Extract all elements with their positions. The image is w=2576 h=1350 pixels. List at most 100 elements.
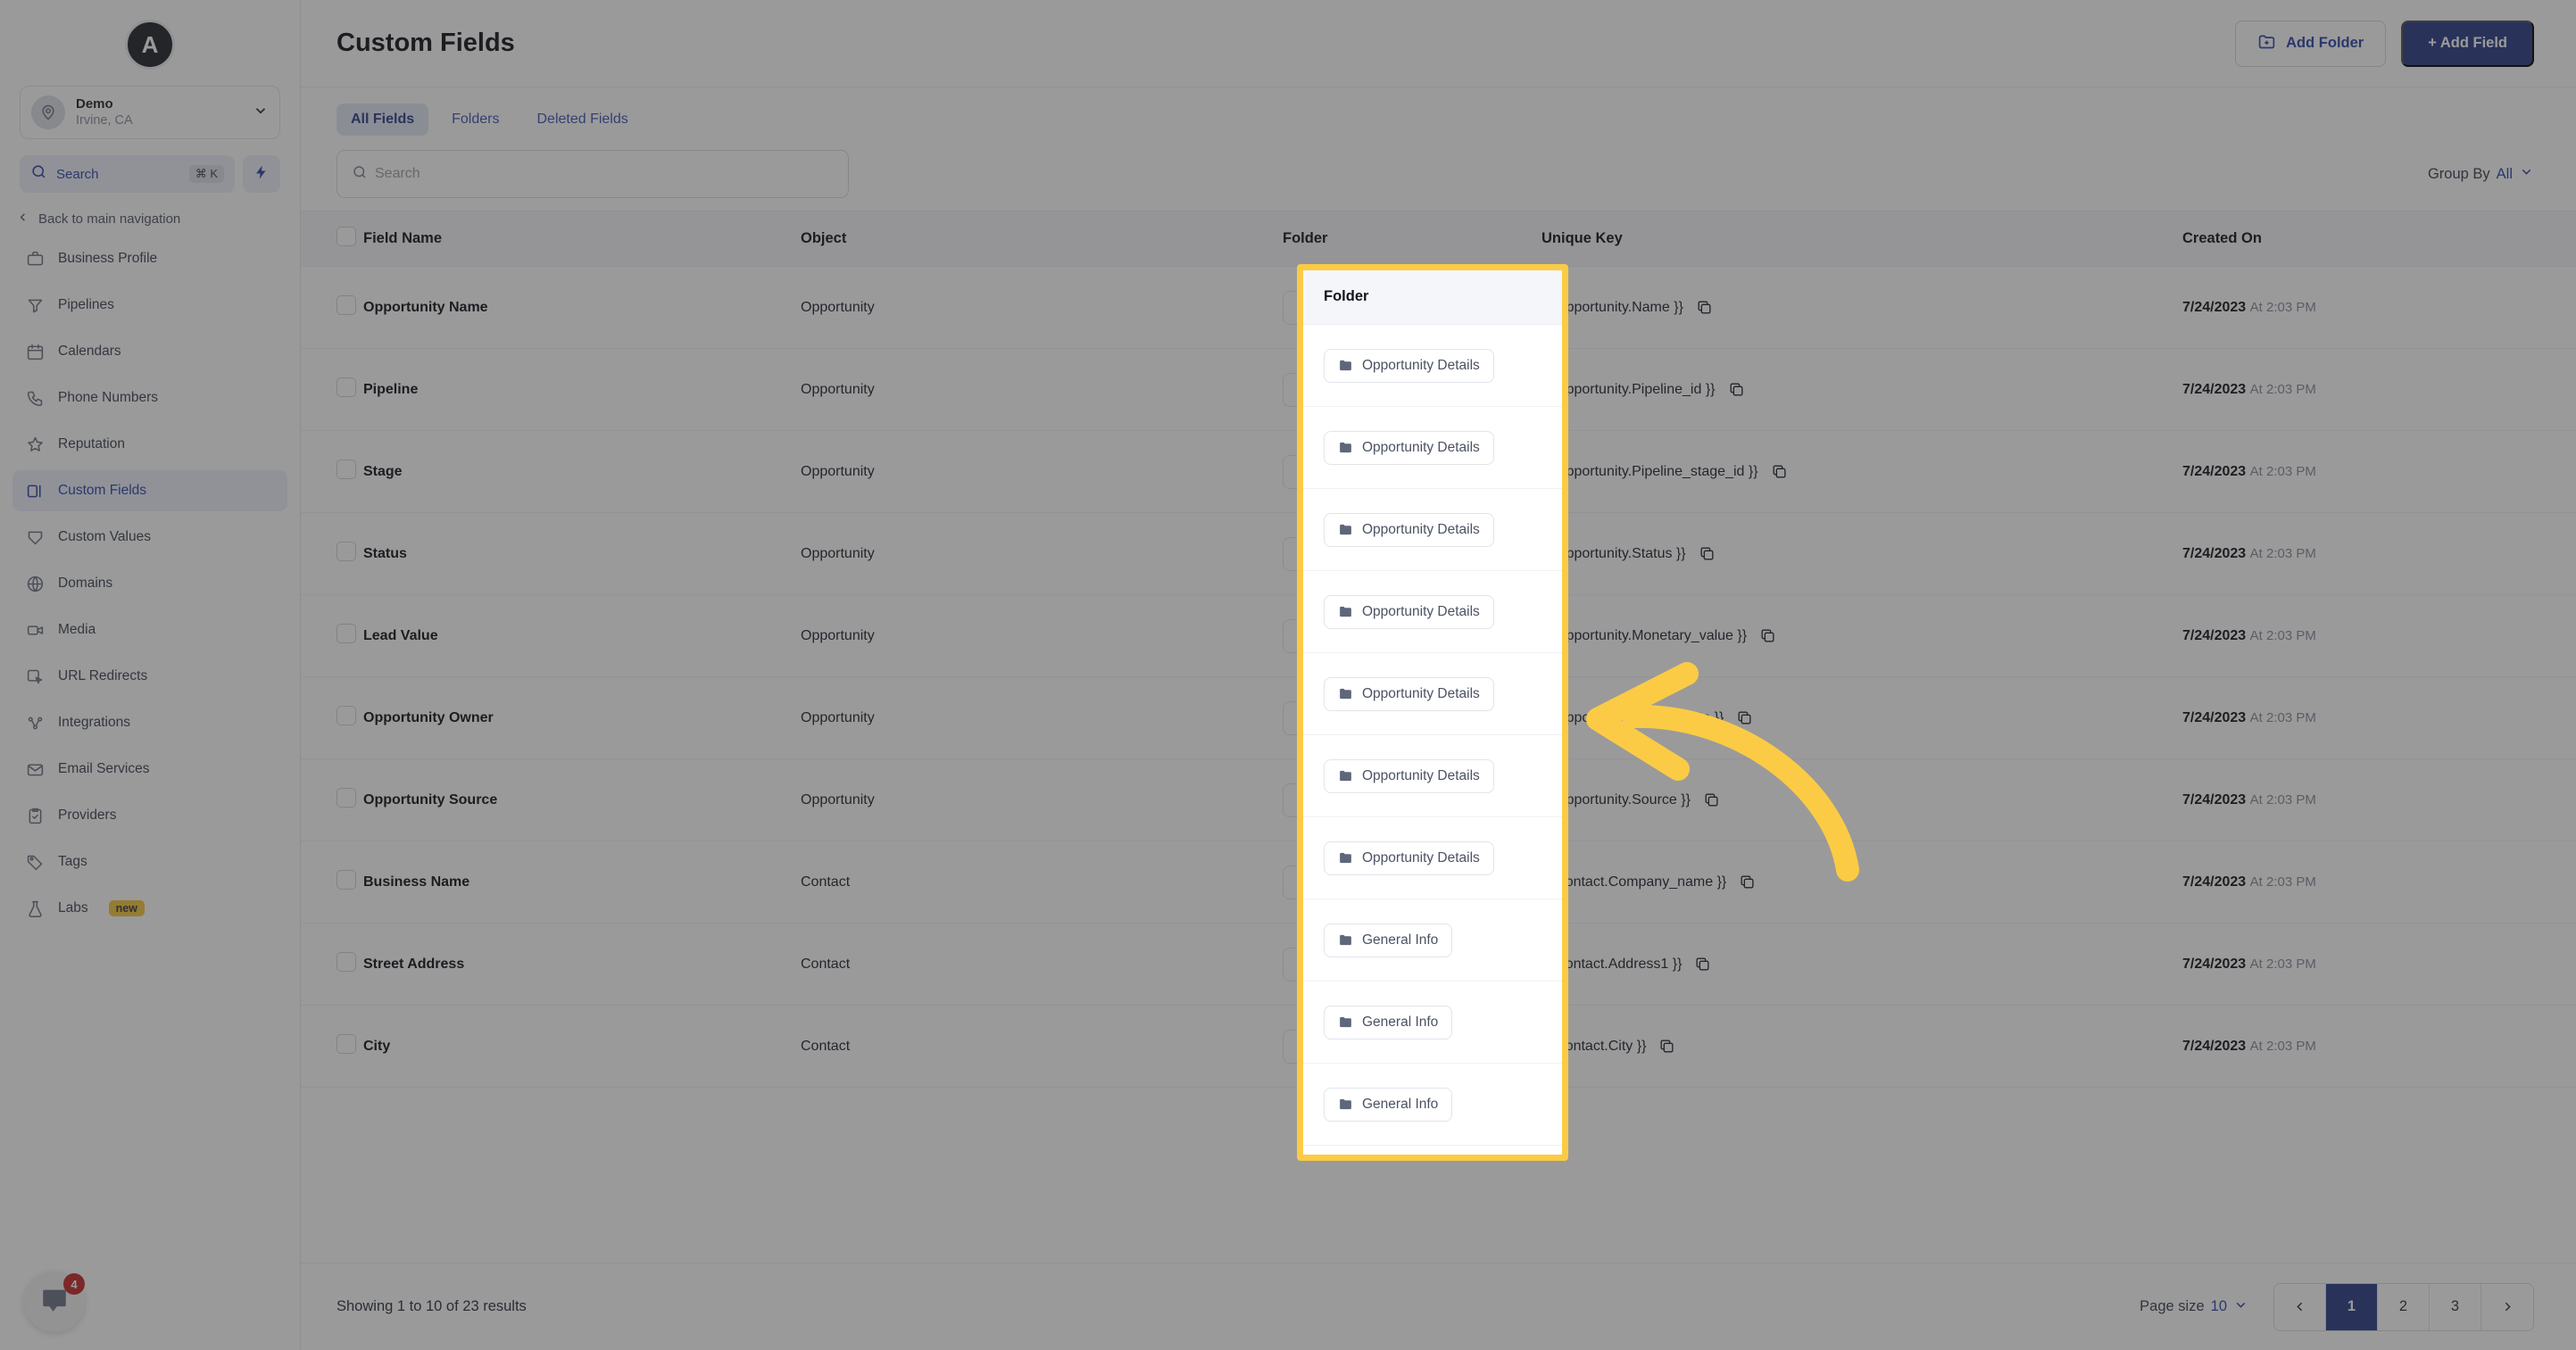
cell-unique-key: {{ Opportunity.Monetary_value }}	[1541, 627, 1748, 643]
row-checkbox[interactable]	[337, 460, 356, 479]
sidebar-item-integrations[interactable]: Integrations	[12, 702, 287, 743]
row-checkbox[interactable]	[337, 295, 356, 315]
copy-icon[interactable]	[1771, 463, 1788, 480]
sidebar-item-reputation[interactable]: Reputation	[12, 424, 287, 465]
folder-pill[interactable]: Opportunity Details	[1283, 700, 1453, 735]
select-all-checkbox[interactable]	[337, 227, 356, 246]
folder-pill[interactable]: Opportunity Details	[1283, 783, 1453, 817]
row-checkbox[interactable]	[337, 952, 356, 972]
row-checkbox[interactable]	[337, 1034, 356, 1054]
search-input[interactable]: Search	[337, 150, 849, 198]
copy-icon[interactable]	[1728, 381, 1745, 398]
table-row[interactable]: Status Opportunity Opportunity Details {{ O…	[301, 512, 2576, 595]
next-page-button[interactable]	[2481, 1283, 2533, 1330]
table-row[interactable]: Business Name Contact General Info {{ Conta…	[301, 841, 2576, 923]
sidebar-item-calendars[interactable]: Calendars	[12, 331, 287, 372]
calendar-icon	[25, 342, 45, 361]
folder-pill[interactable]: Opportunity Details	[1283, 454, 1453, 489]
folder-pill[interactable]: General Info	[1283, 865, 1412, 899]
row-select-cell[interactable]	[301, 512, 356, 595]
sidebar-item-label: Phone Numbers	[58, 390, 159, 405]
global-search-button[interactable]: Search ⌘ K	[20, 155, 235, 193]
search-shortcut: ⌘ K	[188, 165, 224, 183]
sidebar-item-tags[interactable]: Tags	[12, 841, 287, 882]
folder-pill[interactable]: General Info	[1283, 1029, 1412, 1064]
row-checkbox[interactable]	[337, 624, 356, 643]
page-button-2[interactable]: 2	[2378, 1283, 2430, 1330]
prev-page-button[interactable]	[2274, 1283, 2326, 1330]
row-checkbox[interactable]	[337, 706, 356, 725]
tab-folders[interactable]: Folders	[437, 104, 513, 136]
page-size-control[interactable]: Page size 10	[2140, 1297, 2248, 1317]
copy-icon[interactable]	[1736, 709, 1753, 726]
sidebar-item-labs[interactable]: Labs new	[12, 888, 287, 929]
select-all-header[interactable]	[301, 211, 356, 267]
sidebar-item-url-redirects[interactable]: URL Redirects	[12, 656, 287, 697]
folder-pill[interactable]: General Info	[1283, 947, 1412, 981]
sidebar-item-domains[interactable]: Domains	[12, 563, 287, 604]
row-select-cell[interactable]	[301, 266, 356, 349]
table-row[interactable]: Street Address Contact General Info {{ Cont…	[301, 923, 2576, 1006]
account-switcher[interactable]: Demo Irvine, CA	[20, 86, 280, 139]
row-select-cell[interactable]	[301, 676, 356, 759]
cell-unique-key: {{ Contact.City }}	[1541, 1038, 1647, 1054]
page-button-3[interactable]: 3	[2430, 1283, 2481, 1330]
row-select-cell[interactable]	[301, 348, 356, 431]
back-to-main-navigation[interactable]: Back to main navigation	[16, 211, 300, 228]
row-checkbox[interactable]	[337, 870, 356, 890]
page-button-1[interactable]: 1	[2326, 1283, 2378, 1330]
col-header-field-name[interactable]: Field Name	[353, 211, 790, 267]
folder-pill[interactable]: Opportunity Details	[1283, 536, 1453, 571]
copy-icon[interactable]	[1699, 545, 1716, 562]
cell-created-time: At 2:03 PM	[2249, 1038, 2316, 1054]
row-select-cell[interactable]	[301, 758, 356, 841]
row-select-cell[interactable]	[301, 430, 356, 513]
sidebar-item-media[interactable]: Media	[12, 609, 287, 650]
table-row[interactable]: Pipeline Opportunity Opportunity Details {{…	[301, 348, 2576, 431]
table-row[interactable]: City Contact General Info {{ Contact.City }…	[301, 1005, 2576, 1088]
chat-widget-button[interactable]: 4	[24, 1271, 85, 1332]
sidebar-item-phone-numbers[interactable]: Phone Numbers	[12, 377, 287, 418]
folder-pill[interactable]: Opportunity Details	[1283, 372, 1453, 407]
sidebar-item-providers[interactable]: Providers	[12, 795, 287, 836]
group-by-control[interactable]: Group By All	[2428, 164, 2534, 184]
account-location: Irvine, CA	[76, 113, 133, 128]
folder-pill[interactable]: Opportunity Details	[1283, 290, 1453, 325]
copy-icon[interactable]	[1703, 791, 1720, 808]
copy-icon[interactable]	[1694, 956, 1711, 973]
sidebar-item-label: Domains	[58, 576, 113, 591]
add-field-button[interactable]: + Add Field	[2401, 20, 2534, 67]
sidebar-item-custom-fields[interactable]: Custom Fields	[12, 470, 287, 511]
app-logo[interactable]: A	[125, 20, 175, 70]
row-select-cell[interactable]	[301, 594, 356, 677]
table-row[interactable]: Lead Value Opportunity Opportunity Details…	[301, 594, 2576, 677]
copy-icon[interactable]	[1739, 874, 1756, 890]
copy-icon[interactable]	[1658, 1038, 1675, 1055]
table-row[interactable]: Stage Opportunity Opportunity Details {{ Op…	[301, 430, 2576, 513]
sidebar-item-custom-values[interactable]: Custom Values	[12, 517, 287, 558]
tab-deleted-fields[interactable]: Deleted Fields	[522, 104, 642, 136]
folder-pill[interactable]: Opportunity Details	[1283, 618, 1453, 653]
quick-actions-button[interactable]	[243, 155, 280, 193]
sidebar-item-email-services[interactable]: Email Services	[12, 749, 287, 790]
col-header-folder[interactable]: Folder	[1272, 211, 1531, 267]
add-folder-button[interactable]: Add Folder	[2235, 20, 2387, 67]
table-row[interactable]: Opportunity Owner Opportunity Opportunity …	[301, 676, 2576, 759]
sidebar-item-business-profile[interactable]: Business Profile	[12, 238, 287, 279]
table-row[interactable]: Opportunity Source Opportunity Opportunity…	[301, 758, 2576, 841]
row-checkbox[interactable]	[337, 788, 356, 808]
chevron-down-icon[interactable]	[253, 103, 269, 123]
row-checkbox[interactable]	[337, 377, 356, 397]
copy-icon[interactable]	[1759, 627, 1776, 644]
row-select-cell[interactable]	[301, 1005, 356, 1088]
table-row[interactable]: Opportunity Name Opportunity Opportunity D…	[301, 266, 2576, 349]
sidebar-item-pipelines[interactable]: Pipelines	[12, 285, 287, 326]
copy-icon[interactable]	[1696, 299, 1713, 316]
row-select-cell[interactable]	[301, 841, 356, 923]
row-select-cell[interactable]	[301, 923, 356, 1006]
col-header-unique-key[interactable]: Unique Key	[1531, 211, 2147, 267]
col-header-created-on[interactable]: Created On	[2147, 211, 2576, 267]
row-checkbox[interactable]	[337, 542, 356, 561]
col-header-object[interactable]: Object	[790, 211, 1272, 267]
tab-all-fields[interactable]: All Fields	[337, 104, 429, 136]
